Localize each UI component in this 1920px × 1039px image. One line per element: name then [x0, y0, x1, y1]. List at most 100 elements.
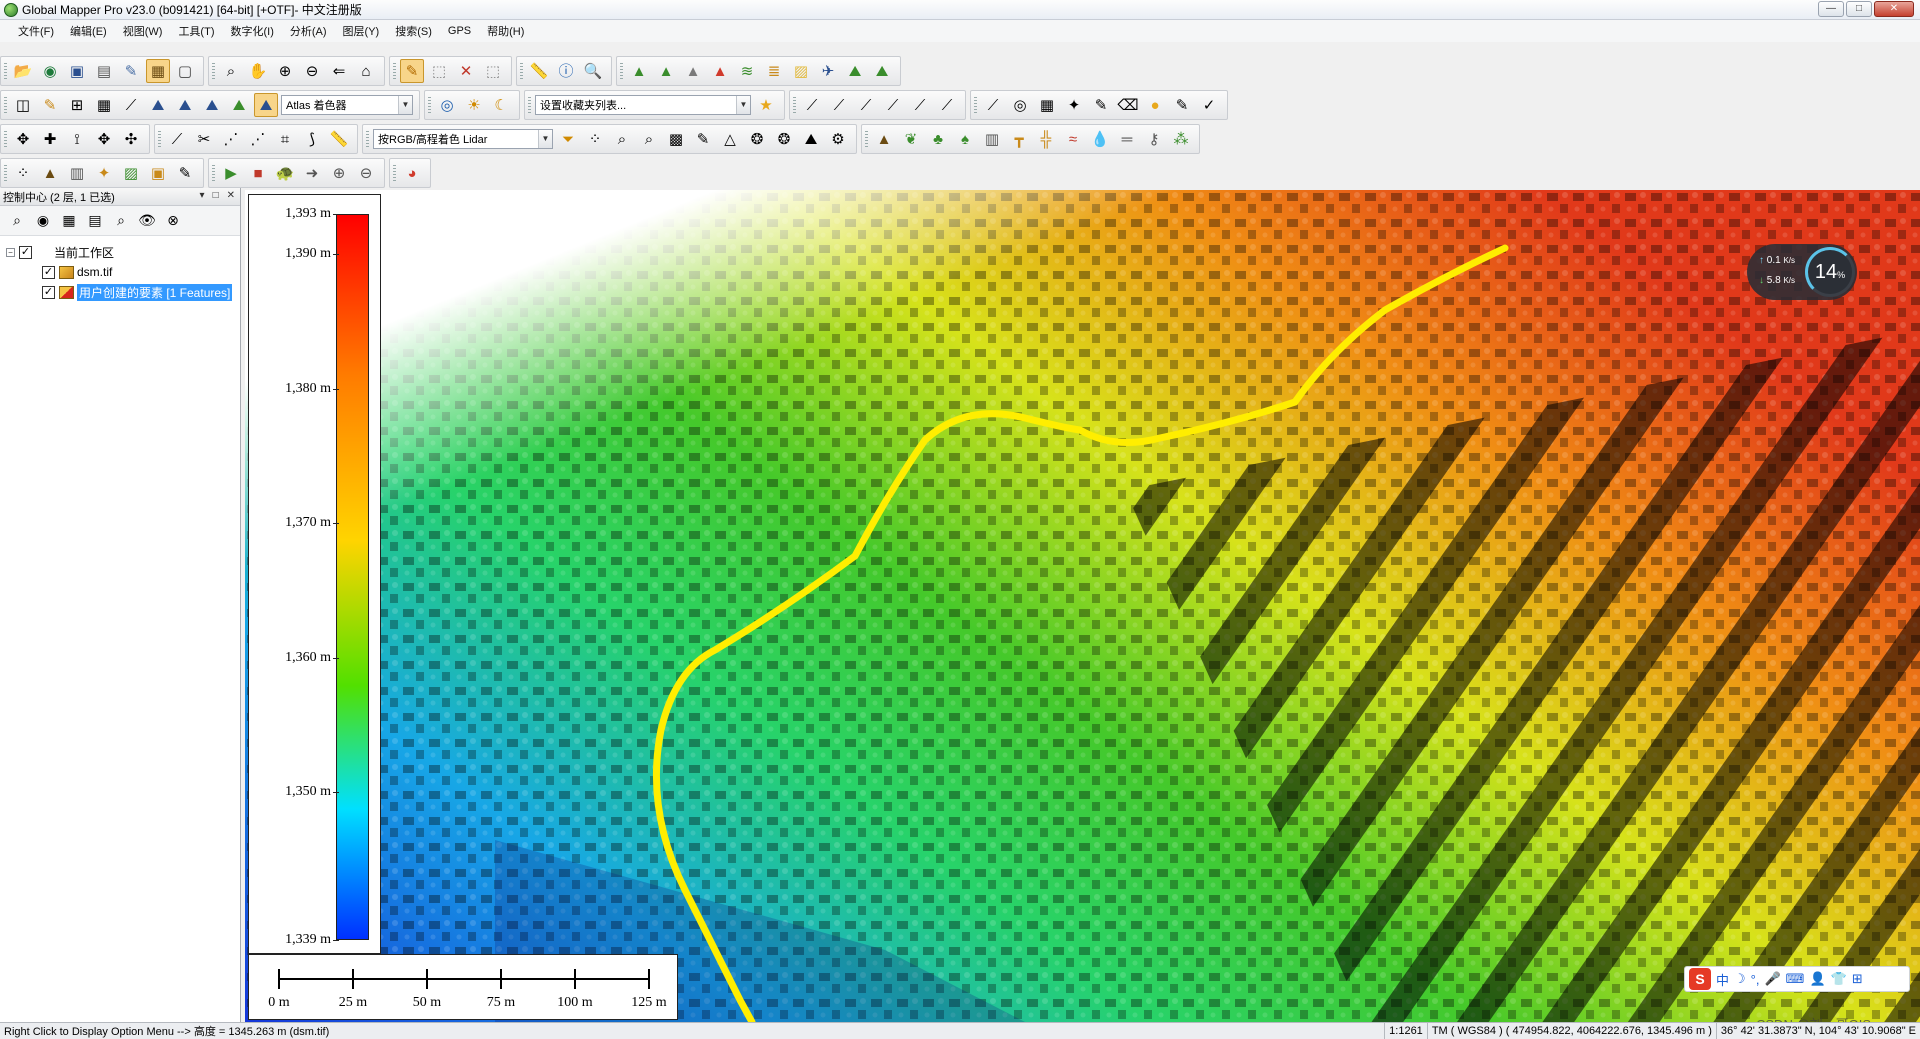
shader-2-icon[interactable]: ⛰ — [173, 93, 197, 117]
tin-icon[interactable]: ⛰ — [799, 127, 823, 151]
color-globe-icon[interactable]: ◕ — [400, 161, 424, 185]
workspace-row[interactable]: − ✓ 当前工作区 — [6, 242, 240, 262]
grid-icon[interactable]: ▦ — [1035, 93, 1059, 117]
select-multi-icon[interactable]: ⬚ — [481, 59, 505, 83]
point-icon[interactable]: ✦ — [1062, 93, 1086, 117]
menu-digitizer[interactable]: 数字化(I) — [222, 23, 281, 39]
remove-waypoint-icon[interactable]: ⊖ — [354, 161, 378, 185]
minimize-button[interactable]: — — [1818, 1, 1844, 17]
menu-gps[interactable]: GPS — [440, 25, 479, 37]
pencil-icon[interactable]: ✎ — [400, 59, 424, 83]
ground-icon[interactable]: ▲ — [872, 127, 896, 151]
3d-path-icon[interactable]: ⛰ — [870, 59, 894, 83]
attribute-table-icon[interactable]: ▦ — [58, 210, 80, 232]
check-icon[interactable]: ✓ — [1197, 93, 1221, 117]
terrain-2-icon[interactable]: ▲ — [654, 59, 678, 83]
slope-icon[interactable]: ⟋ — [119, 93, 143, 117]
lidar-edit-icon[interactable]: ✎ — [691, 127, 715, 151]
split-view-icon[interactable]: ◫ — [11, 93, 35, 117]
star-icon[interactable]: ★ — [754, 93, 778, 117]
open-folder-icon[interactable]: 📂 — [11, 59, 35, 83]
close-layer-icon[interactable]: ⊗ — [162, 210, 184, 232]
connect-icon[interactable]: ⟟ — [65, 127, 89, 151]
workspace-checkbox[interactable]: ✓ — [19, 245, 32, 259]
vertex-icon[interactable]: ⋰ — [219, 127, 243, 151]
3d-view-icon[interactable]: ▦ — [92, 93, 116, 117]
collapse-icon[interactable]: − — [6, 247, 15, 257]
medium-veg-icon[interactable]: ♣ — [926, 127, 950, 151]
brush-icon[interactable]: ✎ — [1089, 93, 1113, 117]
menu-analysis[interactable]: 分析(A) — [282, 23, 335, 39]
menu-search[interactable]: 搜索(S) — [387, 23, 440, 39]
water-icon[interactable]: 💧 — [1088, 127, 1112, 151]
close-button[interactable]: ✕ — [1874, 1, 1914, 17]
sogou-logo-icon[interactable]: S — [1689, 968, 1711, 990]
line-join-icon[interactable]: ⟋ — [881, 93, 905, 117]
stop-icon[interactable]: ■ — [246, 161, 270, 185]
watershed-icon[interactable]: ▲ — [708, 59, 732, 83]
map-view[interactable] — [245, 190, 1920, 1022]
back-arrow-icon[interactable]: ⇐ — [327, 59, 351, 83]
tower-icon[interactable]: ╬ — [1034, 127, 1058, 151]
home-icon[interactable]: ⌂ — [354, 59, 378, 83]
add-point-icon[interactable]: ✚ — [38, 127, 62, 151]
find-icon[interactable]: 🔍 — [581, 59, 605, 83]
layer-zoom-icon[interactable]: ⌕ — [110, 210, 132, 232]
overview-icon[interactable]: ▢ — [173, 59, 197, 83]
image-icon[interactable]: ▨ — [119, 161, 143, 185]
add-waypoint-icon[interactable]: ⊕ — [327, 161, 351, 185]
info-icon[interactable]: ⓘ — [554, 59, 578, 83]
slow-icon[interactable]: 🐢 — [273, 161, 297, 185]
save-icon[interactable]: ▣ — [65, 59, 89, 83]
play-icon[interactable]: ▶ — [219, 161, 243, 185]
ruler-2-icon[interactable]: 📏 — [327, 127, 351, 151]
building-icon[interactable]: ▥ — [980, 127, 1004, 151]
eraser-icon[interactable]: ⌫ — [1116, 93, 1140, 117]
noise-icon[interactable]: ⁂ — [1169, 127, 1193, 151]
target-icon[interactable]: ◎ — [1008, 93, 1032, 117]
path-profile-icon[interactable]: ⛰ — [843, 59, 867, 83]
shapes-icon[interactable]: ● — [1143, 93, 1167, 117]
forward-icon[interactable]: ➜ — [300, 161, 324, 185]
layer-row[interactable]: ✓ dsm.tif — [6, 262, 240, 282]
ruler-icon[interactable]: 📏 — [527, 59, 551, 83]
lidar-search-icon[interactable]: ⌕ — [610, 127, 634, 151]
reshape-icon[interactable]: ✣ — [119, 127, 143, 151]
line-split-icon[interactable]: ⟋ — [854, 93, 878, 117]
zoom-out-icon[interactable]: ⊖ — [300, 59, 324, 83]
extract-icon[interactable]: ▣ — [146, 161, 170, 185]
pole-icon[interactable]: ┳ — [1007, 127, 1031, 151]
classify-icon[interactable]: ❂ — [745, 127, 769, 151]
contour-icon[interactable]: ≋ — [735, 59, 759, 83]
pan-hand-icon[interactable]: ✋ — [246, 59, 270, 83]
point-cloud-icon[interactable]: ⁘ — [11, 161, 35, 185]
triangle-icon[interactable]: △ — [718, 127, 742, 151]
shader-atlas-icon[interactable]: ⛰ — [254, 93, 278, 117]
move-point-icon[interactable]: ✥ — [11, 127, 35, 151]
ime-toolbar[interactable]: S 中 ☽ °, 🎤 ⌨ 👤 👕 ⊞ — [1684, 966, 1910, 992]
online-data-icon[interactable]: ◎ — [435, 93, 459, 117]
scissors-icon[interactable]: ✂ — [192, 127, 216, 151]
cut-line-icon[interactable]: ⟋ — [165, 127, 189, 151]
terrain-map[interactable] — [245, 190, 1920, 1022]
panel-close-icon[interactable]: ✕ — [227, 190, 235, 201]
ime-user-icon[interactable]: 👤 — [1809, 971, 1825, 987]
measure-line-icon[interactable]: ⟋ — [981, 93, 1005, 117]
visibility-icon[interactable]: 👁 — [136, 210, 158, 232]
maximize-button[interactable]: □ — [1846, 1, 1872, 17]
city-icon[interactable]: ▥ — [65, 161, 89, 185]
line-offset-icon[interactable]: ⟋ — [935, 93, 959, 117]
lidar-grid-icon[interactable]: ▩ — [664, 127, 688, 151]
map-icon[interactable]: ▨ — [789, 59, 813, 83]
wrench-icon[interactable]: ✎ — [119, 59, 143, 83]
favorites-select[interactable]: 设置收藏夹列表... ▼ — [535, 95, 751, 115]
marker-icon[interactable]: ✦ — [92, 161, 116, 185]
delete-icon[interactable]: ✕ — [454, 59, 478, 83]
snap-icon[interactable]: ⌗ — [273, 127, 297, 151]
road-icon[interactable]: ═ — [1115, 127, 1139, 151]
filter-icon[interactable]: ⏷ — [556, 127, 580, 151]
terrain-icon[interactable]: ▲ — [627, 59, 651, 83]
menu-help[interactable]: 帮助(H) — [479, 23, 532, 39]
menu-layer[interactable]: 图层(Y) — [335, 23, 388, 39]
ime-menu-icon[interactable]: ⊞ — [1852, 971, 1863, 987]
